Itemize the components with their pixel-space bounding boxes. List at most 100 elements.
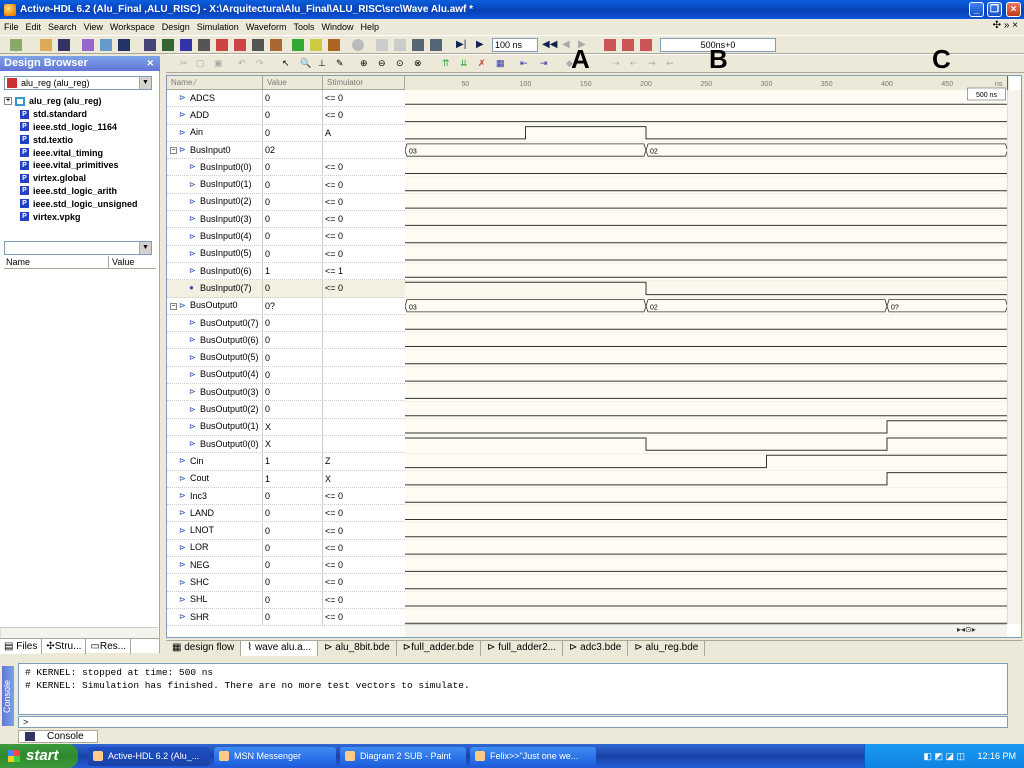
signal-row[interactable]: − ⊳ BusOutput0 0? bbox=[167, 297, 405, 315]
list-icon[interactable] bbox=[640, 39, 652, 51]
copy-icon[interactable]: ▢ bbox=[196, 58, 208, 70]
signal-stimulator[interactable]: <= 0 bbox=[323, 488, 405, 504]
bulb-icon[interactable] bbox=[310, 39, 322, 51]
task-msn[interactable]: MSN Messenger bbox=[214, 746, 336, 766]
signal-stimulator[interactable]: <= 0 bbox=[323, 592, 405, 608]
books-icon[interactable] bbox=[270, 39, 282, 51]
panel-close-icon[interactable]: ✕ bbox=[146, 56, 154, 71]
breakpoint-icon[interactable] bbox=[604, 39, 616, 51]
marker-prev-icon[interactable]: ⇠ bbox=[630, 58, 642, 70]
signal-stimulator[interactable] bbox=[323, 350, 405, 366]
signal-row[interactable]: ⊳ BusOutput0(5) 0 bbox=[167, 349, 405, 367]
chevron-down-icon[interactable]: ▼ bbox=[139, 242, 151, 254]
tree-library-item[interactable]: Pstd.standard bbox=[4, 108, 158, 121]
collapse-icon[interactable]: − bbox=[170, 146, 177, 154]
signal-stimulator[interactable]: <= 0 bbox=[323, 246, 405, 262]
tree-library-item[interactable]: Pieee.std_logic_1164 bbox=[4, 121, 158, 134]
signal-name-cell[interactable]: − ⊳ BusOutput0 bbox=[167, 297, 263, 314]
signal-row[interactable]: ⊳ BusOutput0(7) 0 bbox=[167, 314, 405, 333]
edit-icon[interactable]: ✎ bbox=[336, 58, 348, 70]
signal-row[interactable]: ⊳ Inc3 0 <= 0 bbox=[167, 487, 405, 506]
tab-adc3[interactable]: ⊳ adc3.bde bbox=[563, 641, 629, 656]
signal-row[interactable]: ⊳ BusInput0(3) 0 <= 0 bbox=[167, 211, 405, 229]
compile-all-icon[interactable] bbox=[100, 39, 112, 51]
signal-row[interactable]: ⊳ BusInput0(4) 0 <= 0 bbox=[167, 228, 405, 246]
signal-row[interactable]: ⊳ SHC 0 <= 0 bbox=[167, 574, 405, 592]
column-value-header[interactable]: Value bbox=[263, 76, 323, 90]
zoom-fit-icon[interactable]: ⊙ bbox=[396, 58, 408, 70]
signal-stimulator[interactable]: <= 0 bbox=[323, 159, 405, 175]
signal-stimulator[interactable]: <= 0 bbox=[323, 505, 405, 521]
task-active-hdl[interactable]: Active-HDL 6.2 (Alu_... bbox=[88, 746, 210, 766]
tools-icon[interactable] bbox=[328, 39, 340, 51]
signal-row[interactable]: ⊳ BusInput0(2) 0 <= 0 bbox=[167, 193, 405, 212]
signal-name-cell[interactable]: ⊳ ADCS bbox=[167, 90, 263, 107]
signal-stimulator[interactable]: <= 1 bbox=[323, 263, 405, 279]
signal-name-cell[interactable]: ⊳ SHL bbox=[167, 591, 263, 608]
signal-name-cell[interactable]: ⊳ BusInput0(0) bbox=[167, 159, 263, 176]
signal-row[interactable]: ⊳ SHL 0 <= 0 bbox=[167, 591, 405, 609]
signal-stimulator[interactable]: <= 0 bbox=[323, 211, 405, 227]
end-sim-icon[interactable] bbox=[394, 39, 406, 51]
signal-stimulator[interactable]: <= 0 bbox=[323, 177, 405, 193]
signal-name-cell[interactable]: ⊳ SHR bbox=[167, 609, 263, 626]
tree-library-item[interactable]: Pvirtex.global bbox=[4, 172, 158, 185]
signal-stimulator[interactable]: <= 0 bbox=[323, 540, 405, 556]
design-flow-icon[interactable] bbox=[162, 39, 174, 51]
signal-row[interactable]: ⊳ BusOutput0(4) 0 bbox=[167, 366, 405, 385]
signal-stimulator[interactable] bbox=[323, 401, 405, 417]
stop-icon[interactable] bbox=[352, 39, 364, 51]
signal-name-cell[interactable]: − ⊳ BusInput0 bbox=[167, 141, 263, 159]
zoom-icon[interactable]: 🔍 bbox=[300, 58, 312, 70]
measure-icon[interactable]: ⊥ bbox=[318, 58, 330, 70]
waveform-canvas[interactable]: 50 100 150 200 250 300 350 400 450 03 02 03 02 0? 500 … bbox=[405, 76, 1009, 624]
group-icon[interactable]: ▦ bbox=[496, 58, 508, 70]
signal-row[interactable]: ● BusInput0(7) 0 <= 0 bbox=[167, 280, 405, 298]
signal-name-cell[interactable]: ⊳ BusOutput0(5) bbox=[167, 349, 263, 366]
tab-files[interactable]: ▤ Files bbox=[0, 639, 43, 654]
start-button[interactable]: start bbox=[0, 744, 78, 768]
signal-name-cell[interactable]: ⊳ ADD bbox=[167, 107, 263, 124]
zoom-range-icon[interactable]: ⊗ bbox=[414, 58, 426, 70]
signal-stimulator[interactable]: <= 0 bbox=[323, 280, 405, 296]
tab-structure[interactable]: ✣Stru... bbox=[42, 639, 87, 654]
close-button[interactable]: × bbox=[1006, 2, 1021, 17]
signal-name-cell[interactable]: ⊳ Cin bbox=[167, 453, 263, 470]
flow-icon[interactable] bbox=[292, 39, 304, 51]
signal-stimulator[interactable] bbox=[323, 298, 405, 314]
signal-stimulator[interactable]: A bbox=[323, 125, 405, 141]
run-for-icon[interactable]: ▶ bbox=[476, 39, 488, 51]
menu-design[interactable]: Design bbox=[162, 22, 190, 32]
zoom-in-icon[interactable]: ⊕ bbox=[360, 58, 372, 70]
column-value[interactable]: Value bbox=[108, 256, 134, 269]
redo-icon[interactable]: ↷ bbox=[256, 58, 268, 70]
signal-name-cell[interactable]: ⊳ Cout bbox=[167, 470, 263, 487]
marker-next-icon[interactable]: ⇢ bbox=[612, 58, 624, 70]
signal-name-cell[interactable]: ⊳ LOR bbox=[167, 539, 263, 557]
compile-icon[interactable] bbox=[82, 39, 94, 51]
signal-name-cell[interactable]: ⊳ BusInput0(5) bbox=[167, 245, 263, 262]
signal-stimulator[interactable]: Z bbox=[323, 453, 405, 469]
signal-name-cell[interactable]: ⊳ BusOutput0(0) bbox=[167, 436, 263, 453]
signal-name-cell[interactable]: ⊳ BusOutput0(7) bbox=[167, 314, 263, 332]
signal-row[interactable]: ⊳ BusInput0(5) 0 <= 0 bbox=[167, 245, 405, 263]
marker-clear-icon[interactable]: ⇜ bbox=[666, 58, 678, 70]
signal-row[interactable]: ⊳ ADCS 0 <= 0 bbox=[167, 90, 405, 108]
watch-icon[interactable] bbox=[622, 39, 634, 51]
tab-design-flow[interactable]: ▦ design flow bbox=[166, 641, 242, 656]
signal-row[interactable]: ⊳ SHR 0 <= 0 bbox=[167, 609, 405, 627]
menu-view[interactable]: View bbox=[84, 22, 103, 32]
signal-name-cell[interactable]: ⊳ BusInput0(4) bbox=[167, 228, 263, 245]
signal-row[interactable]: ⊳ BusOutput0(6) 0 bbox=[167, 332, 405, 350]
tab-alu-reg[interactable]: ⊳ alu_reg.bde bbox=[628, 641, 706, 656]
signal-name-cell[interactable]: ⊳ LAND bbox=[167, 505, 263, 522]
column-name-header[interactable]: Name ⁄ bbox=[167, 76, 263, 90]
signal-stimulator[interactable]: <= 0 bbox=[323, 107, 405, 123]
signal-stimulator[interactable] bbox=[323, 436, 405, 452]
signal-row[interactable]: ⊳ Ain 0 A bbox=[167, 124, 405, 142]
signal-row[interactable]: ⊳ BusOutput0(2) 0 bbox=[167, 401, 405, 419]
minimize-button[interactable]: _ bbox=[969, 2, 984, 17]
align-left-icon[interactable]: ⇤ bbox=[520, 58, 532, 70]
signal-name-cell[interactable]: ⊳ BusInput0(6) bbox=[167, 263, 263, 280]
signal-stimulator[interactable] bbox=[323, 419, 405, 435]
